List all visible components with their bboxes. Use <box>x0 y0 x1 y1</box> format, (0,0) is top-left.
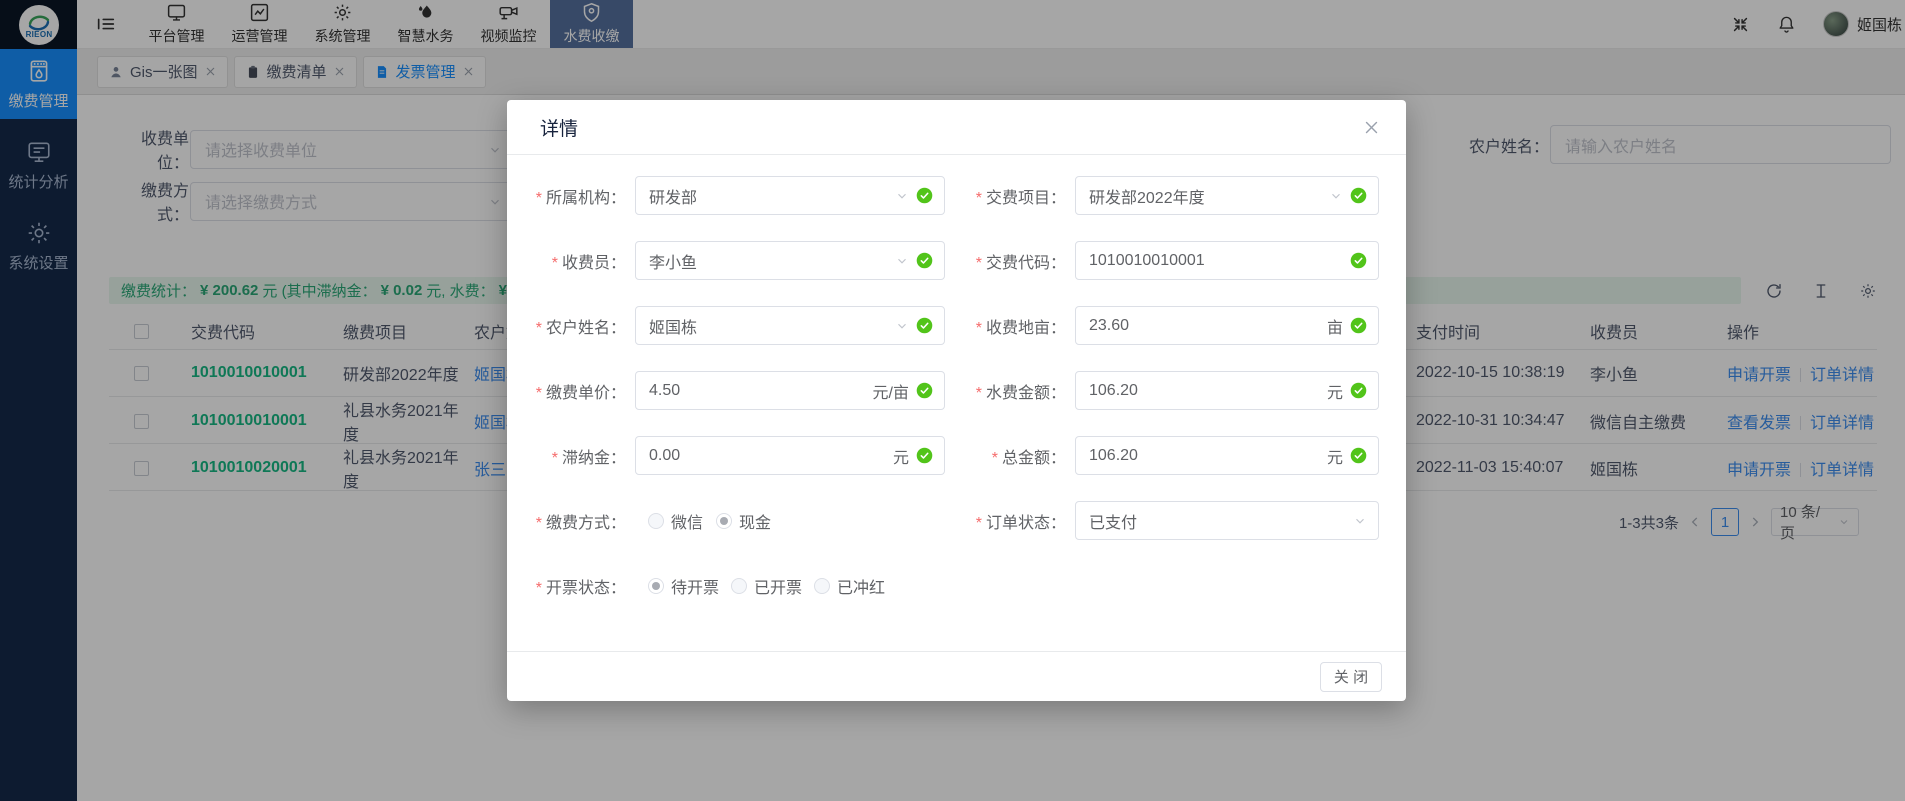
detail-modal: 详情 所属机构： 研发部 交费项目： 研发部2022年度 收费员： <box>507 100 1406 701</box>
radio-selected-icon <box>716 513 732 529</box>
field-label-org: 所属机构： <box>507 184 635 208</box>
check-circle-icon <box>916 447 933 464</box>
chevron-down-icon <box>1329 189 1343 203</box>
chevron-down-icon <box>1353 514 1367 528</box>
form-row: 滞纳金： 0.00 元 总金额： 106.20 元 <box>507 436 1406 475</box>
radio-icon <box>814 578 830 594</box>
radio-selected-icon <box>648 578 664 594</box>
field-label-code: 交费代码： <box>945 249 1075 273</box>
code-value: 1010010010001 <box>1089 252 1205 270</box>
form-row: 农户姓名： 姬国栋 收费地亩： 23.60 亩 <box>507 306 1406 345</box>
total-amount-value: 106.20 <box>1089 447 1138 465</box>
field-label-order-status: 订单状态： <box>945 509 1075 533</box>
field-label-late-fee: 滞纳金： <box>507 444 635 468</box>
radio-pending-invoice[interactable]: 待开票 <box>648 574 719 598</box>
field-label-area: 收费地亩： <box>945 314 1075 338</box>
check-circle-icon <box>1350 447 1367 464</box>
radio-issued-invoice[interactable]: 已开票 <box>731 574 802 598</box>
radio-label: 微信 <box>671 509 703 533</box>
radio-cash[interactable]: 现金 <box>716 509 771 533</box>
form-row: 缴费单价： 4.50 元/亩 水费金额： 106.20 元 <box>507 371 1406 410</box>
project-value: 研发部2022年度 <box>1089 184 1205 208</box>
total-amount-unit: 元 <box>1327 444 1343 468</box>
check-circle-icon <box>916 187 933 204</box>
form-row: 所属机构： 研发部 交费项目： 研发部2022年度 <box>507 176 1406 215</box>
field-label-pay-method: 缴费方式： <box>507 509 635 533</box>
order-status-value: 已支付 <box>1089 509 1137 533</box>
check-circle-icon <box>1350 317 1367 334</box>
close-button[interactable]: 关 闭 <box>1320 662 1382 692</box>
app-root: RIEON 缴费管理 统计分析 <box>0 0 1905 801</box>
check-circle-icon <box>1350 187 1367 204</box>
check-circle-icon <box>1350 252 1367 269</box>
farmer-select[interactable]: 姬国栋 <box>635 306 945 345</box>
field-label-water-amount: 水费金额： <box>945 379 1075 403</box>
org-value: 研发部 <box>649 184 697 208</box>
radio-wechat[interactable]: 微信 <box>648 509 703 533</box>
radio-label: 待开票 <box>671 574 719 598</box>
check-circle-icon <box>916 252 933 269</box>
check-circle-icon <box>916 382 933 399</box>
chevron-down-icon <box>895 254 909 268</box>
org-select[interactable]: 研发部 <box>635 176 945 215</box>
water-amount-value: 106.20 <box>1089 382 1138 400</box>
modal-footer: 关 闭 <box>507 651 1406 701</box>
pay-method-radio-group: 微信 现金 <box>635 509 945 533</box>
unit-price-unit: 元/亩 <box>873 379 909 403</box>
field-label-invoice-status: 开票状态： <box>507 574 635 598</box>
form-row: 开票状态： 待开票 已开票 已冲红 <box>507 566 1406 605</box>
unit-price-value: 4.50 <box>649 382 680 400</box>
area-unit: 亩 <box>1327 314 1343 338</box>
form-row: 缴费方式： 微信 现金 订单状态： 已支付 <box>507 501 1406 540</box>
code-input[interactable]: 1010010010001 <box>1075 241 1379 280</box>
modal-header: 详情 <box>507 100 1406 155</box>
field-label-farmer: 农户姓名： <box>507 314 635 338</box>
close-icon[interactable] <box>1363 119 1380 136</box>
order-status-select[interactable]: 已支付 <box>1075 501 1379 540</box>
field-label-collector: 收费员： <box>507 249 635 273</box>
radio-icon <box>731 578 747 594</box>
chevron-down-icon <box>895 189 909 203</box>
late-fee-input[interactable]: 0.00 元 <box>635 436 945 475</box>
radio-icon <box>648 513 664 529</box>
radio-label: 已冲红 <box>837 574 885 598</box>
field-label-project: 交费项目： <box>945 184 1075 208</box>
area-input[interactable]: 23.60 亩 <box>1075 306 1379 345</box>
unit-price-input[interactable]: 4.50 元/亩 <box>635 371 945 410</box>
area-value: 23.60 <box>1089 317 1129 335</box>
field-label-unit-price: 缴费单价： <box>507 379 635 403</box>
radio-label: 已开票 <box>754 574 802 598</box>
form-row: 收费员： 李小鱼 交费代码： 1010010010001 <box>507 241 1406 280</box>
water-amount-input[interactable]: 106.20 元 <box>1075 371 1379 410</box>
late-fee-value: 0.00 <box>649 447 680 465</box>
check-circle-icon <box>1350 382 1367 399</box>
late-fee-unit: 元 <box>893 444 909 468</box>
modal-body: 所属机构： 研发部 交费项目： 研发部2022年度 收费员： 李小鱼 交费代码： <box>507 155 1406 605</box>
chevron-down-icon <box>895 319 909 333</box>
total-amount-input[interactable]: 106.20 元 <box>1075 436 1379 475</box>
radio-reversed-invoice[interactable]: 已冲红 <box>814 574 885 598</box>
collector-select[interactable]: 李小鱼 <box>635 241 945 280</box>
radio-label: 现金 <box>739 509 771 533</box>
collector-value: 李小鱼 <box>649 249 697 273</box>
modal-title: 详情 <box>540 114 578 141</box>
water-amount-unit: 元 <box>1327 379 1343 403</box>
project-select[interactable]: 研发部2022年度 <box>1075 176 1379 215</box>
field-label-total-amount: 总金额： <box>945 444 1075 468</box>
check-circle-icon <box>916 317 933 334</box>
invoice-status-radio-group: 待开票 已开票 已冲红 <box>635 574 885 598</box>
farmer-value: 姬国栋 <box>649 314 697 338</box>
